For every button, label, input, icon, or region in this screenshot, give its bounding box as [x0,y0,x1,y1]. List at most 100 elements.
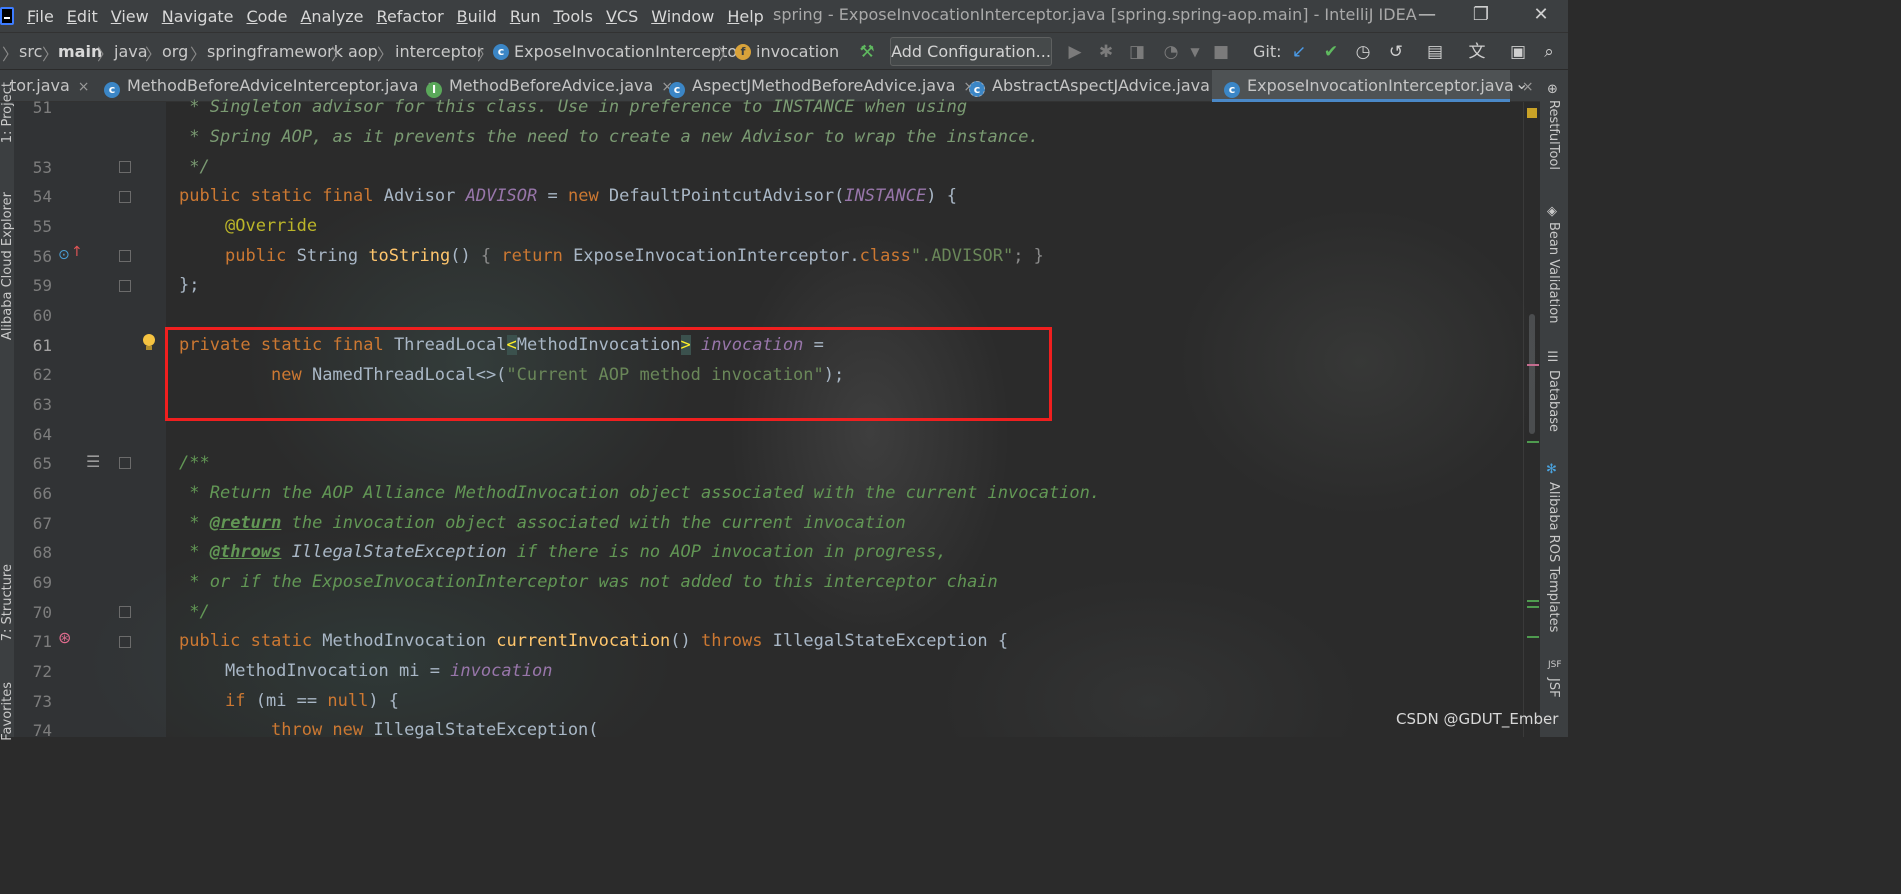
tab-expose-invocation-interceptor[interactable]: c ExposeInvocationInterceptor.java × [1212,70,1534,102]
javadoc-text: * [179,513,210,533]
fold-marker[interactable] [119,606,131,618]
error-stripe-mark[interactable] [1527,364,1539,366]
menu-build[interactable]: Build [457,7,497,26]
tool-bean-validation[interactable]: Bean Validation [1546,222,1561,323]
menu-vcs[interactable]: VCS [606,7,638,26]
close-icon[interactable]: × [78,79,90,95]
fold-marker[interactable] [119,161,131,173]
fold-marker[interactable] [119,280,131,292]
coverage-icon[interactable]: ◨ [1126,41,1148,63]
change-stripe-mark[interactable] [1527,606,1539,608]
tool-alibaba-cloud-explorer[interactable]: Alibaba Cloud Explorer [0,192,15,340]
code-line-54: public static final Advisor ADVISOR = ne… [179,186,957,206]
breadcrumb-class[interactable]: ExposeInvocationInterceptor [514,42,744,61]
change-stripe-mark[interactable] [1527,636,1539,638]
line-number: 64 [32,425,52,444]
breadcrumb-org[interactable]: org [162,42,188,61]
breadcrumb-main[interactable]: main [58,42,102,61]
navigation-bar: 〉 src 〉 main 〉 java 〉 org 〉 springframew… [0,32,1568,70]
method-name: currentInvocation [496,631,671,651]
menu-window[interactable]: Window [651,7,714,26]
change-stripe-mark[interactable] [1527,441,1539,443]
breadcrumb-field[interactable]: invocation [756,42,839,61]
breadcrumb-java[interactable]: java [114,42,148,61]
doc-rendered-icon[interactable]: ☰ [86,452,100,471]
chevron-down-icon[interactable]: ⌄ [1515,74,1528,93]
tab-label: AspectJMethodBeforeAdvice.java [692,76,956,95]
line-number: 71 [32,632,52,651]
javadoc-text: if there is no AOP invocation in progres… [506,542,947,562]
menu-tools[interactable]: Tools [554,7,593,26]
javadoc-end: */ [179,602,210,622]
fold-marker[interactable] [119,250,131,262]
field-name: invocation [450,661,553,681]
menu-analyze[interactable]: Analyze [300,7,363,26]
tool-jsf[interactable]: JSF [1546,678,1561,698]
breadcrumb-interceptor[interactable]: interceptor [395,42,483,61]
debug-icon[interactable]: ✱ [1095,41,1117,63]
chevron-down-icon[interactable]: ▼ [1184,41,1206,63]
menu-run[interactable]: Run [510,7,541,26]
line-number: 69 [32,573,52,592]
keyword: public static [179,631,323,651]
tool-structure[interactable]: 7: Structure [0,564,15,641]
rollback-icon[interactable]: ↺ [1385,41,1407,63]
build-hammer-icon[interactable]: ⚒ [856,41,878,63]
code-line-69: * or if the ExposeInvocationInterceptor … [179,572,998,592]
type-name: Advisor [383,186,466,206]
menu-code[interactable]: Code [247,7,288,26]
tab-abstract-aspectj-advice[interactable]: cAbstractAspectJAdvice.java× [969,70,1230,102]
menu-help[interactable]: Help [727,7,763,26]
line-number: 53 [32,158,52,177]
breadcrumb-aop[interactable]: aop [348,42,378,61]
class-icon: c [104,82,120,98]
tab-label: AbstractAspectJAdvice.java [992,76,1210,95]
override-method-icon[interactable]: ⊙ [58,247,70,263]
comment-text: */ [179,157,210,177]
line-number: 72 [32,662,52,681]
javadoc-text: the invocation object associated with th… [281,513,906,533]
breadcrumb-springframework[interactable]: springframework [207,42,343,61]
menu-refactor[interactable]: Refactor [377,7,444,26]
punctuation: ) { [926,186,957,206]
project-structure-icon[interactable]: ▤ [1424,41,1446,63]
restore-button[interactable]: ❐ [1470,4,1492,26]
history-icon[interactable]: ◷ [1352,41,1374,63]
tool-project[interactable]: 1: Project [0,82,15,143]
menu-view[interactable]: View [111,7,149,26]
breakpoint-annotation-icon[interactable]: ⊛ [58,628,71,647]
breadcrumb-src[interactable]: src [19,42,42,61]
git-update-icon[interactable]: ↙ [1288,41,1310,63]
search-icon[interactable]: ⌕ [1538,41,1560,63]
abstract-class-icon: c [969,81,985,97]
tool-favorites[interactable]: Favorites [0,682,15,741]
tool-alibaba-ros-templates[interactable]: Alibaba ROS Templates [1546,482,1561,632]
scrollbar-thumb[interactable] [1529,314,1535,434]
fold-marker[interactable] [119,636,131,648]
add-configuration-button[interactable]: Add Configuration... [890,37,1052,66]
profile-icon[interactable]: ◔ [1160,41,1182,63]
translate-icon[interactable]: 文 [1466,41,1488,63]
warning-indicator-icon[interactable] [1527,108,1537,118]
menu-navigate[interactable]: Navigate [162,7,234,26]
folded-brace[interactable]: { [481,246,501,266]
terminal-icon[interactable]: ▣ [1507,41,1529,63]
change-stripe-mark[interactable] [1527,600,1539,602]
menu-file[interactable]: File [27,7,54,26]
editor-scrollbar[interactable] [1523,102,1540,737]
fold-marker[interactable] [119,191,131,203]
punctuation: () [450,246,481,266]
folded-brace[interactable]: ; } [1013,246,1044,266]
tool-database[interactable]: Database [1546,370,1561,432]
lightbulb-icon[interactable] [143,334,156,350]
minimize-button[interactable]: — [1416,4,1438,26]
close-window-button[interactable]: ✕ [1530,4,1552,26]
javadoc-text: * Return the AOP Alliance MethodInvocati… [179,483,1101,503]
line-number: 66 [32,484,52,503]
git-commit-icon[interactable]: ✔ [1320,41,1342,63]
stop-icon[interactable]: ■ [1210,41,1232,63]
fold-marker[interactable] [119,457,131,469]
menu-edit[interactable]: Edit [67,7,98,26]
run-icon[interactable]: ▶ [1064,41,1086,63]
tool-restful[interactable]: RestfulTool [1546,100,1561,170]
